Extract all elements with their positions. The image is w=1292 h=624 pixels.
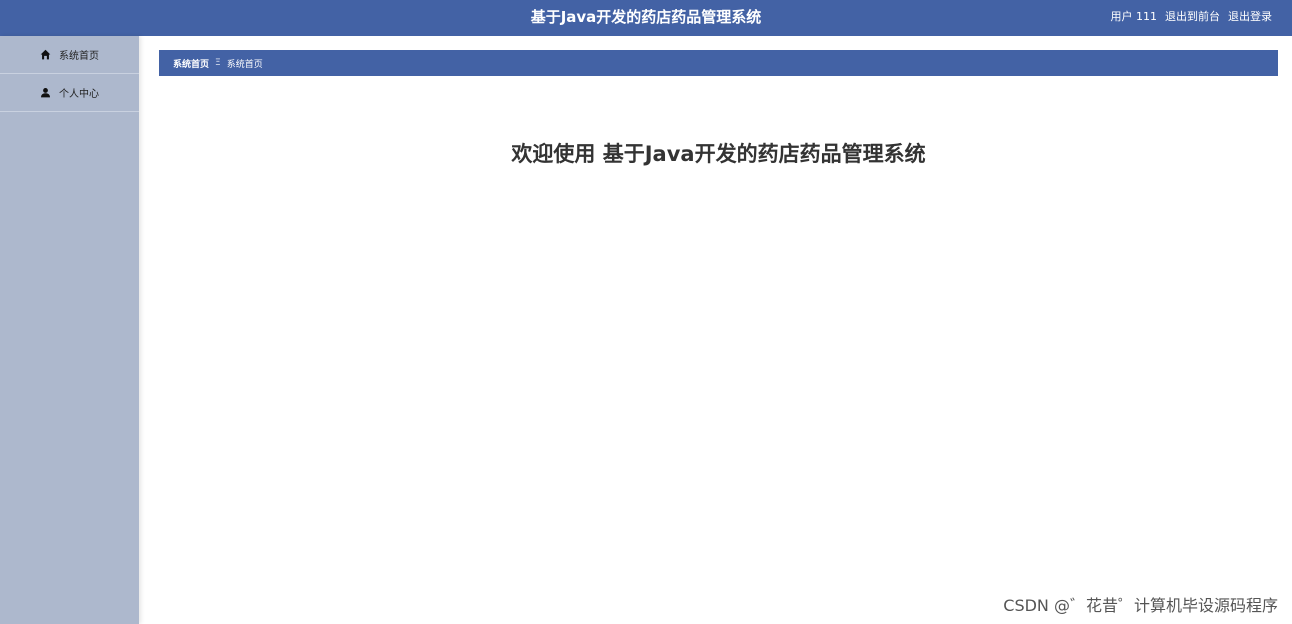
- breadcrumb-root[interactable]: 系统首页: [173, 57, 209, 70]
- welcome-heading: 欢迎使用 基于Java开发的药店药品管理系统: [511, 142, 926, 166]
- logout-link[interactable]: 退出登录: [1228, 0, 1272, 36]
- user-label: 用户 111: [1110, 10, 1158, 23]
- watermark: CSDN @゛花昔゜计算机毕设源码程序: [1003, 596, 1278, 615]
- user-icon: [41, 88, 50, 98]
- breadcrumb: 系统首页 Ξ 系统首页: [159, 50, 1278, 76]
- sidebar-item-label: 个人中心: [59, 89, 99, 100]
- header-actions: 用户 111 退出到前台 退出登录: [1111, 0, 1273, 36]
- breadcrumb-current: 系统首页: [226, 59, 263, 70]
- sidebar: 系统首页 个人中心: [0, 36, 139, 624]
- breadcrumb-separator: Ξ: [215, 58, 221, 68]
- home-icon: [40, 49, 51, 60]
- sidebar-item-label: 系统首页: [59, 51, 99, 62]
- app-title: 基于Java开发的药店药品管理系统: [530, 8, 762, 26]
- sidebar-item-profile[interactable]: 个人中心: [0, 74, 139, 112]
- top-header-bar: 基于Java开发的药店药品管理系统 用户 111 退出到前台 退出登录: [0, 0, 1292, 36]
- exit-to-frontend-link[interactable]: 退出到前台: [1165, 0, 1220, 36]
- sidebar-item-home[interactable]: 系统首页: [0, 36, 139, 74]
